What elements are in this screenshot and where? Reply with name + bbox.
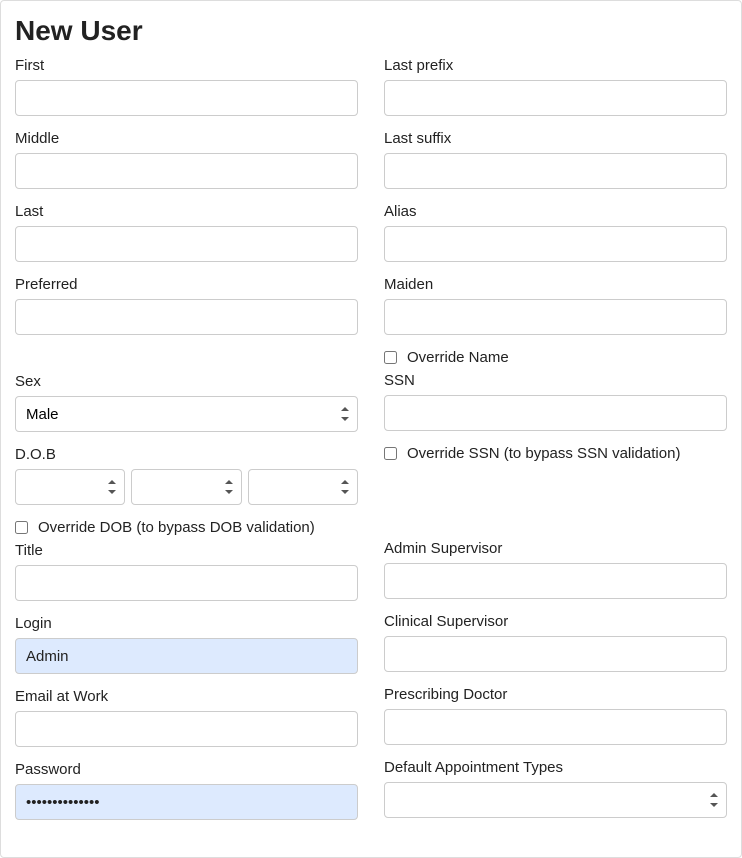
last-prefix-label: Last prefix (384, 57, 727, 74)
alias-label: Alias (384, 203, 727, 220)
override-dob-checkbox[interactable] (15, 521, 28, 534)
prescribing-doctor-input[interactable] (384, 709, 727, 745)
ssn-input[interactable] (384, 395, 727, 431)
middle-label: Middle (15, 130, 358, 147)
title-input[interactable] (15, 565, 358, 601)
prescribing-doctor-label: Prescribing Doctor (384, 686, 727, 703)
clinical-supervisor-label: Clinical Supervisor (384, 613, 727, 630)
preferred-input[interactable] (15, 299, 358, 335)
right-column: Last prefix Last suffix Alias Maiden Ove… (384, 57, 727, 834)
last-label: Last (15, 203, 358, 220)
admin-supervisor-label: Admin Supervisor (384, 540, 727, 557)
first-label: First (15, 57, 358, 74)
override-ssn-checkbox[interactable] (384, 447, 397, 460)
alias-input[interactable] (384, 226, 727, 262)
sex-select[interactable]: Male (15, 396, 358, 432)
default-appointment-types-select[interactable] (384, 782, 727, 818)
last-suffix-label: Last suffix (384, 130, 727, 147)
password-input[interactable] (15, 784, 358, 820)
email-work-input[interactable] (15, 711, 358, 747)
first-input[interactable] (15, 80, 358, 116)
password-label: Password (15, 761, 358, 778)
last-suffix-input[interactable] (384, 153, 727, 189)
last-prefix-input[interactable] (384, 80, 727, 116)
left-column: First Middle Last Preferred Sex (15, 57, 358, 834)
login-label: Login (15, 615, 358, 632)
email-work-label: Email at Work (15, 688, 358, 705)
last-input[interactable] (15, 226, 358, 262)
dob-year-select[interactable] (248, 469, 358, 505)
dob-label: D.O.B (15, 446, 358, 463)
title-label: Title (15, 542, 358, 559)
ssn-label: SSN (384, 372, 727, 389)
form-grid: First Middle Last Preferred Sex (15, 57, 727, 834)
maiden-label: Maiden (384, 276, 727, 293)
override-name-checkbox[interactable] (384, 351, 397, 364)
dob-month-select[interactable] (15, 469, 125, 505)
default-appointment-types-label: Default Appointment Types (384, 759, 727, 776)
preferred-label: Preferred (15, 276, 358, 293)
maiden-input[interactable] (384, 299, 727, 335)
dob-day-select[interactable] (131, 469, 241, 505)
sex-label: Sex (15, 373, 358, 390)
middle-input[interactable] (15, 153, 358, 189)
override-name-label: Override Name (407, 349, 509, 366)
page-title: New User (15, 15, 727, 47)
login-input[interactable] (15, 638, 358, 674)
clinical-supervisor-input[interactable] (384, 636, 727, 672)
override-dob-label: Override DOB (to bypass DOB validation) (38, 519, 315, 536)
override-ssn-label: Override SSN (to bypass SSN validation) (407, 445, 680, 462)
new-user-panel: New User First Middle Last Preferred (0, 0, 742, 858)
admin-supervisor-input[interactable] (384, 563, 727, 599)
